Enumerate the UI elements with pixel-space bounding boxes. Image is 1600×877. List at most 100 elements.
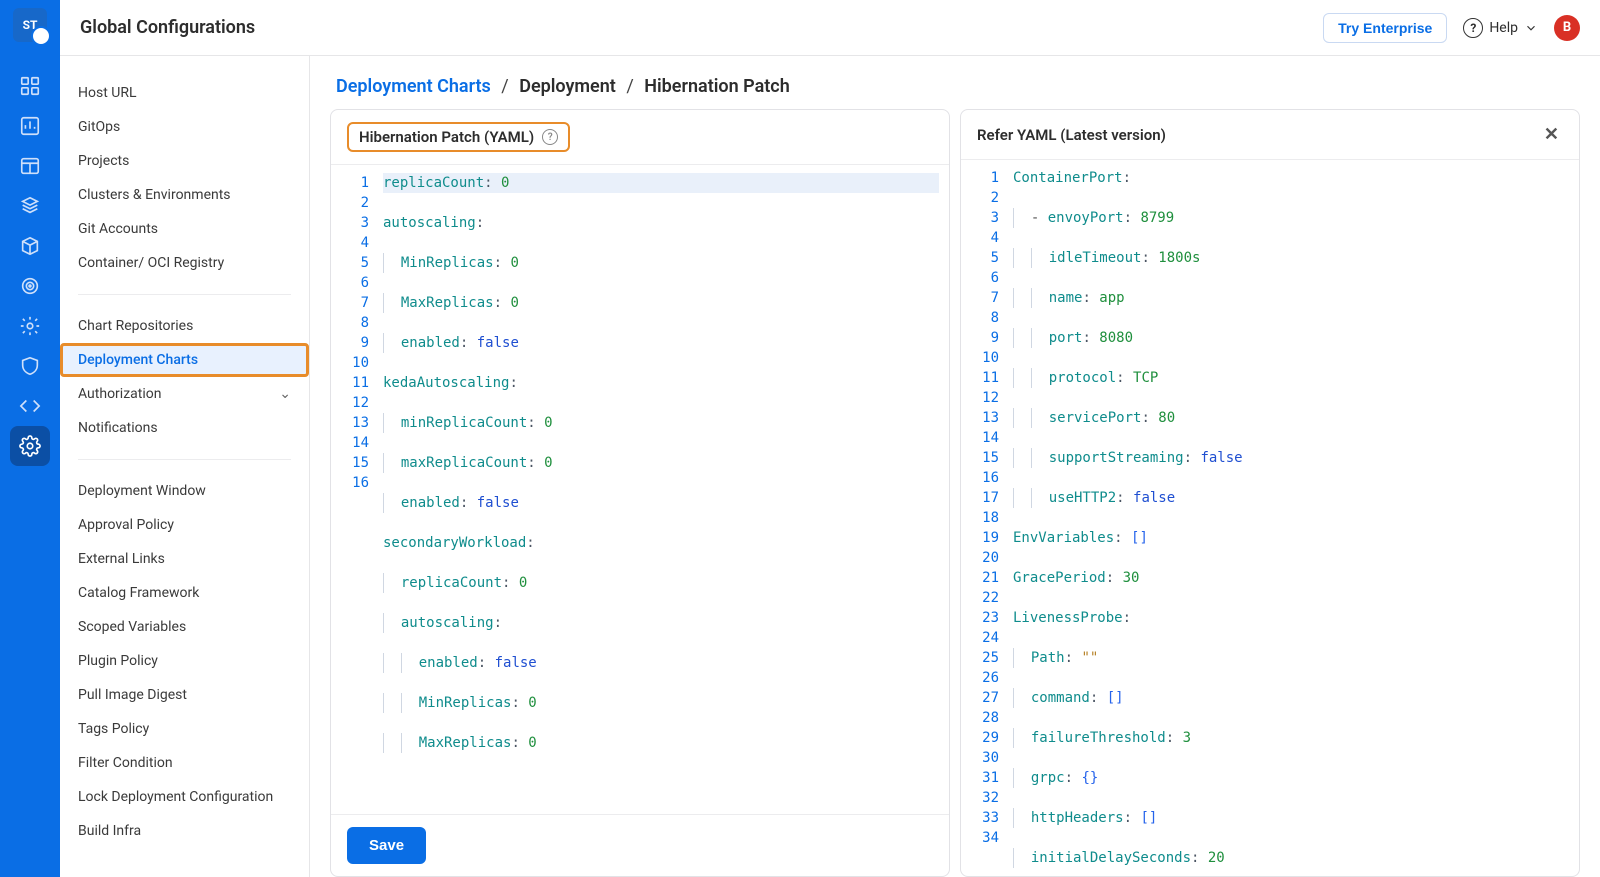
help-menu[interactable]: ? Help bbox=[1463, 18, 1538, 38]
code-line: secondaryWorkload: bbox=[383, 533, 939, 553]
sidebar-item-label: Chart Repositories bbox=[78, 318, 193, 334]
code-line: enabled: false bbox=[383, 333, 939, 353]
gear-icon[interactable] bbox=[10, 426, 50, 466]
sidebar-item-catalog-framework[interactable]: Catalog Framework bbox=[60, 576, 309, 610]
code-line: autoscaling: bbox=[383, 613, 939, 633]
breadcrumb-link[interactable]: Deployment Charts bbox=[336, 76, 491, 97]
code-line: LivenessProbe: bbox=[1013, 608, 1569, 628]
code-line: replicaCount: 0 bbox=[383, 573, 939, 593]
sidebar-item-label: Authorization bbox=[78, 386, 161, 402]
sidebar-item-notifications[interactable]: Notifications bbox=[60, 411, 309, 445]
sidebar-item-projects[interactable]: Projects bbox=[60, 144, 309, 178]
code-line: failureThreshold: 3 bbox=[1013, 728, 1569, 748]
sidebar-item-lock-deployment-configuration[interactable]: Lock Deployment Configuration bbox=[60, 780, 309, 814]
code-line: MinReplicas: 0 bbox=[383, 693, 939, 713]
try-enterprise-button[interactable]: Try Enterprise bbox=[1323, 13, 1447, 43]
main-area: Global Configurations Try Enterprise ? H… bbox=[60, 0, 1600, 877]
sidebar-item-filter-condition[interactable]: Filter Condition bbox=[60, 746, 309, 780]
code-line: enabled: false bbox=[383, 653, 939, 673]
sidebar-item-label: Build Infra bbox=[78, 823, 141, 839]
target-icon[interactable] bbox=[10, 266, 50, 306]
sidebar-item-deployment-charts[interactable]: Deployment Charts bbox=[60, 343, 309, 377]
code-line: httpHeaders: [] bbox=[1013, 808, 1569, 828]
app-logo[interactable]: ST bbox=[13, 8, 47, 42]
titlebar: Global Configurations Try Enterprise ? H… bbox=[60, 0, 1600, 56]
code-line: grpc: {} bbox=[1013, 768, 1569, 788]
window-icon[interactable] bbox=[10, 146, 50, 186]
code-line: minReplicaCount: 0 bbox=[383, 413, 939, 433]
sidebar-item-pull-image-digest[interactable]: Pull Image Digest bbox=[60, 678, 309, 712]
code-line: MaxReplicas: 0 bbox=[383, 733, 939, 753]
sidebar-item-gitops[interactable]: GitOps bbox=[60, 110, 309, 144]
code-line: port: 8080 bbox=[1013, 328, 1569, 348]
close-icon[interactable]: ✕ bbox=[1540, 122, 1563, 147]
sidebar-item-container-oci-registry[interactable]: Container/ OCI Registry bbox=[60, 246, 309, 280]
sidebar-item-label: Scoped Variables bbox=[78, 619, 186, 635]
avatar[interactable]: B bbox=[1554, 15, 1580, 41]
code-line: autoscaling: bbox=[383, 213, 939, 233]
cube-stack-icon[interactable] bbox=[10, 186, 50, 226]
chevron-down-icon bbox=[1524, 21, 1538, 35]
code-icon[interactable] bbox=[10, 386, 50, 426]
yaml-editor[interactable]: 12345678910111213141516 replicaCount: 0 … bbox=[331, 165, 949, 814]
code-line: replicaCount: 0 bbox=[383, 173, 939, 193]
sidebar-item-label: Container/ OCI Registry bbox=[78, 255, 224, 271]
chart-icon[interactable] bbox=[10, 106, 50, 146]
code-line: idleTimeout: 1800s bbox=[1013, 248, 1569, 268]
apps-grid-icon[interactable] bbox=[10, 66, 50, 106]
sidebar-item-label: Catalog Framework bbox=[78, 585, 199, 601]
sidebar-item-external-links[interactable]: External Links bbox=[60, 542, 309, 576]
sidebar-item-scoped-variables[interactable]: Scoped Variables bbox=[60, 610, 309, 644]
save-button[interactable]: Save bbox=[347, 827, 426, 864]
code-line: Path: "" bbox=[1013, 648, 1569, 668]
code-line: MinReplicas: 0 bbox=[383, 253, 939, 273]
cube-icon[interactable] bbox=[10, 226, 50, 266]
code-line: - envoyPort: 8799 bbox=[1013, 208, 1569, 228]
sidebar-item-build-infra[interactable]: Build Infra bbox=[60, 814, 309, 848]
sidebar-item-label: Filter Condition bbox=[78, 755, 173, 771]
sidebar-item-label: Pull Image Digest bbox=[78, 687, 187, 703]
sidebar-item-authorization[interactable]: Authorization ⌄ bbox=[60, 377, 309, 411]
code-line: maxReplicaCount: 0 bbox=[383, 453, 939, 473]
code-line: initialDelaySeconds: 20 bbox=[1013, 848, 1569, 868]
chevron-down-icon: ⌄ bbox=[279, 386, 291, 402]
help-icon: ? bbox=[1463, 18, 1483, 38]
code-line: protocol: TCP bbox=[1013, 368, 1569, 388]
sidebar-item-label: GitOps bbox=[78, 119, 120, 135]
code-line: name: app bbox=[1013, 288, 1569, 308]
content: Deployment Charts / Deployment / Hiberna… bbox=[310, 56, 1600, 877]
sidebar-item-clusters-environments[interactable]: Clusters & Environments bbox=[60, 178, 309, 212]
sidebar-item-label: Git Accounts bbox=[78, 221, 158, 237]
sidebar-item-label: Projects bbox=[78, 153, 129, 169]
refer-yaml-pane: Refer YAML (Latest version) ✕ 1234567891… bbox=[960, 109, 1580, 877]
sidebar-item-chart-repositories[interactable]: Chart Repositories bbox=[60, 309, 309, 343]
code-line: enabled: false bbox=[383, 493, 939, 513]
breadcrumb-leaf: Hibernation Patch bbox=[644, 76, 789, 97]
sidebar-item-host-url[interactable]: Host URL bbox=[60, 76, 309, 110]
sidebar-item-label: Tags Policy bbox=[78, 721, 149, 737]
sidebar-item-tags-policy[interactable]: Tags Policy bbox=[60, 712, 309, 746]
sidebar-item-deployment-window[interactable]: Deployment Window bbox=[60, 474, 309, 508]
sidebar-item-label: Plugin Policy bbox=[78, 653, 158, 669]
code-line: kedaAutoscaling: bbox=[383, 373, 939, 393]
refer-yaml-title: Refer YAML (Latest version) bbox=[977, 126, 1166, 144]
sidebar-item-label: Notifications bbox=[78, 420, 158, 436]
refer-yaml-viewer[interactable]: 1234567891011121314151617181920212223242… bbox=[961, 160, 1579, 876]
shield-icon[interactable] bbox=[10, 346, 50, 386]
sidebar-item-approval-policy[interactable]: Approval Policy bbox=[60, 508, 309, 542]
breadcrumb-mid: Deployment bbox=[519, 76, 616, 97]
sidebar-item-plugin-policy[interactable]: Plugin Policy bbox=[60, 644, 309, 678]
info-icon[interactable]: ? bbox=[542, 129, 558, 145]
breadcrumb: Deployment Charts / Deployment / Hiberna… bbox=[310, 56, 1600, 109]
config-sidebar: Host URL GitOps Projects Clusters & Environ… bbox=[60, 56, 310, 877]
sidebar-item-git-accounts[interactable]: Git Accounts bbox=[60, 212, 309, 246]
gear-outline-icon[interactable] bbox=[10, 306, 50, 346]
yaml-editor-pane: Hibernation Patch (YAML) ? 1234567891011… bbox=[330, 109, 950, 877]
code-line: GracePeriod: 30 bbox=[1013, 568, 1569, 588]
code-line bbox=[383, 773, 939, 793]
yaml-editor-title: Hibernation Patch (YAML) bbox=[359, 128, 534, 146]
code-line: servicePort: 80 bbox=[1013, 408, 1569, 428]
code-line: command: [] bbox=[1013, 688, 1569, 708]
code-line: supportStreaming: false bbox=[1013, 448, 1569, 468]
code-line: MaxReplicas: 0 bbox=[383, 293, 939, 313]
